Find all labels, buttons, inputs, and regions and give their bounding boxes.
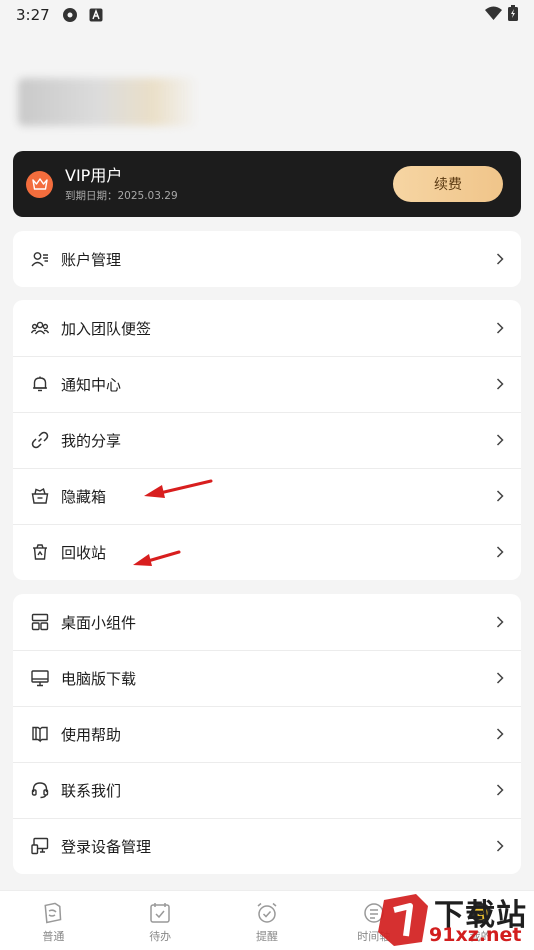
tab-normal[interactable]: 普通	[0, 891, 107, 950]
menu-label: 通知中心	[61, 375, 122, 394]
watermark-logo: 下载站 91xz.net	[374, 888, 534, 950]
tab-todo[interactable]: 待办	[107, 891, 214, 950]
chevron-right-icon	[495, 615, 505, 629]
chevron-right-icon	[495, 489, 505, 503]
menu-item-account-management[interactable]: 账户管理	[13, 231, 521, 287]
vip-expiry-date: 到期日期：2025.03.29	[65, 189, 178, 202]
link-icon	[31, 431, 49, 449]
menu-label: 我的分享	[61, 431, 122, 450]
chevron-right-icon	[495, 783, 505, 797]
menu-label: 桌面小组件	[61, 613, 137, 632]
status-bar: 3:27	[0, 0, 534, 30]
menu-item-help[interactable]: 使用帮助	[13, 706, 521, 762]
menu-item-desktop-widget[interactable]: 桌面小组件	[13, 594, 521, 650]
crown-icon	[26, 170, 53, 198]
menu-item-pc-download[interactable]: 电脑版下载	[13, 650, 521, 706]
menu-label: 加入团队便签	[61, 319, 152, 338]
trash-icon	[31, 543, 49, 561]
menu-item-hidden-box[interactable]: 隐藏箱	[13, 468, 521, 524]
vip-title: VIP用户	[65, 165, 123, 185]
vip-card[interactable]: VIP用户 到期日期：2025.03.29 续费	[13, 151, 521, 217]
watermark-url: 91xz.net	[429, 924, 522, 946]
menu-label: 账户管理	[61, 250, 122, 269]
menu-label: 使用帮助	[61, 725, 122, 744]
menu-item-contact-us[interactable]: 联系我们	[13, 762, 521, 818]
alarm-icon	[255, 901, 279, 925]
keyboard-status-icon	[88, 7, 104, 23]
note-icon	[41, 901, 65, 925]
devices-icon	[31, 837, 49, 855]
chevron-right-icon	[495, 545, 505, 559]
settings-status-icon	[62, 7, 78, 23]
hidden-box-icon	[31, 487, 49, 505]
wifi-icon	[485, 6, 502, 24]
widget-icon	[31, 613, 49, 631]
todo-icon	[148, 901, 172, 925]
chevron-right-icon	[495, 671, 505, 685]
annotation-arrow-icon	[133, 550, 181, 566]
chevron-right-icon	[495, 727, 505, 741]
menu-item-my-shares[interactable]: 我的分享	[13, 412, 521, 468]
menu-label: 隐藏箱	[61, 487, 107, 506]
status-time: 3:27	[16, 6, 50, 24]
annotation-arrow-icon	[144, 479, 213, 498]
tab-reminder[interactable]: 提醒	[214, 891, 321, 950]
chevron-right-icon	[495, 252, 505, 266]
monitor-icon	[31, 669, 49, 687]
battery-icon	[508, 5, 518, 25]
menu-label: 电脑版下载	[61, 669, 137, 688]
menu-label: 回收站	[61, 543, 107, 562]
chevron-right-icon	[495, 377, 505, 391]
team-icon	[31, 319, 49, 337]
menu-card-features: 加入团队便签 通知中心 我的分享 隐藏箱 回收站	[13, 300, 521, 580]
book-icon	[31, 725, 49, 743]
chevron-right-icon	[495, 839, 505, 853]
bell-icon	[31, 375, 49, 393]
vip-info: VIP用户 到期日期：2025.03.29	[65, 166, 178, 203]
menu-label: 联系我们	[61, 781, 122, 800]
menu-label: 登录设备管理	[61, 837, 152, 856]
tab-label: 待办	[149, 930, 172, 943]
menu-card-more: 桌面小组件 电脑版下载 使用帮助 联系我们 登录设备管理	[13, 594, 521, 874]
watermark-emblem-icon	[378, 894, 428, 946]
chevron-right-icon	[495, 321, 505, 335]
menu-item-recycle-bin[interactable]: 回收站	[13, 524, 521, 580]
account-icon	[31, 250, 49, 268]
renew-button[interactable]: 续费	[393, 166, 503, 202]
menu-item-notification-center[interactable]: 通知中心	[13, 356, 521, 412]
chevron-right-icon	[495, 433, 505, 447]
headset-icon	[31, 781, 49, 799]
profile-name-blurred[interactable]	[18, 78, 198, 126]
menu-card-account: 账户管理	[13, 231, 521, 287]
tab-label: 普通	[42, 930, 65, 943]
tab-label: 提醒	[255, 930, 278, 943]
menu-item-join-team[interactable]: 加入团队便签	[13, 300, 521, 356]
menu-item-device-management[interactable]: 登录设备管理	[13, 818, 521, 874]
